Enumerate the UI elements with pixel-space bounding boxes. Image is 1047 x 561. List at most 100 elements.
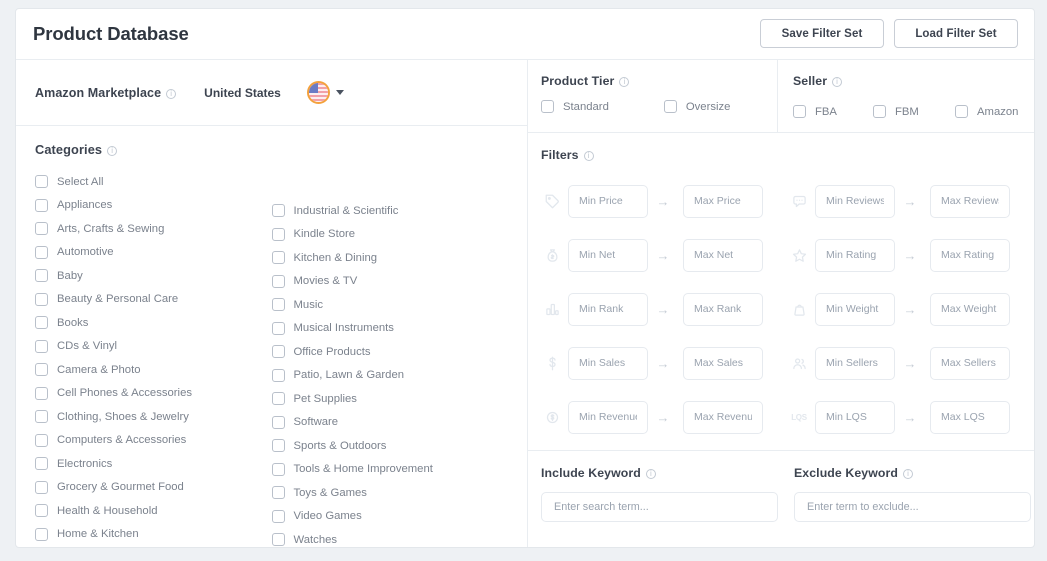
category-electronics[interactable]: Electronics bbox=[35, 452, 272, 476]
category-movies-tv[interactable]: Movies & TV bbox=[271, 270, 509, 294]
category-video-games[interactable]: Video Games bbox=[271, 505, 509, 529]
min-weight-input[interactable] bbox=[815, 292, 895, 326]
product-tier-standard[interactable]: Standard bbox=[541, 100, 609, 113]
category-health-household[interactable]: Health & Household bbox=[35, 499, 272, 523]
seller-amazon[interactable]: Amazon bbox=[955, 100, 1033, 124]
info-icon[interactable] bbox=[645, 469, 656, 479]
save-filter-set-button[interactable]: Save Filter Set bbox=[760, 19, 884, 48]
info-icon[interactable] bbox=[583, 151, 594, 161]
checkbox[interactable] bbox=[271, 486, 285, 500]
category-industrial-scientific[interactable]: Industrial & Scientific bbox=[271, 199, 509, 223]
category-toys-games[interactable]: Toys & Games bbox=[271, 481, 509, 505]
checkbox[interactable] bbox=[271, 392, 285, 406]
load-filter-set-button[interactable]: Load Filter Set bbox=[894, 19, 1018, 48]
checkbox[interactable] bbox=[35, 198, 48, 212]
info-icon[interactable] bbox=[107, 146, 118, 156]
min-lqs-input[interactable] bbox=[815, 400, 895, 434]
max-price-input[interactable] bbox=[683, 184, 763, 218]
include-keyword-input[interactable] bbox=[541, 492, 778, 522]
checkbox[interactable] bbox=[35, 363, 48, 377]
category-kitchen-dining[interactable]: Kitchen & Dining bbox=[271, 246, 509, 270]
category-books[interactable]: Books bbox=[35, 311, 272, 335]
checkbox[interactable] bbox=[793, 105, 806, 119]
checkbox[interactable] bbox=[35, 386, 48, 400]
marketplace-selector[interactable] bbox=[306, 81, 344, 104]
checkbox[interactable] bbox=[35, 292, 48, 306]
max-rank-input[interactable] bbox=[683, 292, 763, 326]
checkbox[interactable] bbox=[541, 100, 554, 113]
category-computers-accessories[interactable]: Computers & Accessories bbox=[35, 429, 272, 453]
max-revenue-input[interactable] bbox=[683, 400, 763, 434]
category-tools-home-improvement[interactable]: Tools & Home Improvement bbox=[271, 458, 509, 482]
checkbox[interactable] bbox=[955, 105, 968, 119]
max-weight-input[interactable] bbox=[930, 292, 1010, 326]
checkbox[interactable] bbox=[35, 269, 48, 283]
info-icon[interactable] bbox=[166, 88, 177, 99]
category-cell-phones-accessories[interactable]: Cell Phones & Accessories bbox=[35, 382, 272, 406]
seller-fba[interactable]: FBA bbox=[793, 100, 873, 124]
checkbox[interactable] bbox=[35, 222, 48, 236]
checkbox[interactable] bbox=[271, 345, 285, 359]
category-cds-vinyl[interactable]: CDs & Vinyl bbox=[35, 335, 272, 359]
category-beauty-personal-care[interactable]: Beauty & Personal Care bbox=[35, 288, 272, 312]
info-icon[interactable] bbox=[903, 469, 914, 479]
category-select-all[interactable]: Select All bbox=[35, 170, 272, 194]
checkbox[interactable] bbox=[271, 204, 285, 218]
checkbox[interactable] bbox=[873, 105, 886, 119]
info-icon[interactable] bbox=[619, 77, 630, 87]
category-automotive[interactable]: Automotive bbox=[35, 241, 272, 265]
checkbox[interactable] bbox=[271, 274, 285, 288]
checkbox[interactable] bbox=[271, 533, 285, 547]
checkbox[interactable] bbox=[35, 316, 48, 330]
checkbox[interactable] bbox=[35, 480, 48, 494]
checkbox[interactable] bbox=[35, 504, 48, 518]
category-baby[interactable]: Baby bbox=[35, 264, 272, 288]
checkbox[interactable] bbox=[35, 527, 48, 541]
category-office-products[interactable]: Office Products bbox=[271, 340, 509, 364]
category-arts-crafts-sewing[interactable]: Arts, Crafts & Sewing bbox=[35, 217, 272, 241]
category-patio-lawn-garden[interactable]: Patio, Lawn & Garden bbox=[271, 364, 509, 388]
category-clothing-shoes-jewelry[interactable]: Clothing, Shoes & Jewelry bbox=[35, 405, 272, 429]
max-sellers-input[interactable] bbox=[930, 346, 1010, 380]
checkbox[interactable] bbox=[35, 433, 48, 447]
category-camera-photo[interactable]: Camera & Photo bbox=[35, 358, 272, 382]
checkbox[interactable] bbox=[35, 245, 48, 259]
min-rating-input[interactable] bbox=[815, 238, 895, 272]
info-icon[interactable] bbox=[832, 77, 843, 87]
max-lqs-input[interactable] bbox=[930, 400, 1010, 434]
category-musical-instruments[interactable]: Musical Instruments bbox=[271, 317, 509, 341]
min-net-input[interactable] bbox=[568, 238, 648, 272]
min-reviews-input[interactable] bbox=[815, 184, 895, 218]
category-appliances[interactable]: Appliances bbox=[35, 194, 272, 218]
max-reviews-input[interactable] bbox=[930, 184, 1010, 218]
seller-fbm[interactable]: FBM bbox=[873, 100, 955, 124]
min-rank-input[interactable] bbox=[568, 292, 648, 326]
category-music[interactable]: Music bbox=[271, 293, 509, 317]
min-sellers-input[interactable] bbox=[815, 346, 895, 380]
checkbox[interactable] bbox=[271, 439, 285, 453]
max-rating-input[interactable] bbox=[930, 238, 1010, 272]
min-revenue-input[interactable] bbox=[568, 400, 648, 434]
checkbox[interactable] bbox=[35, 410, 48, 424]
category-grocery-gourmet-food[interactable]: Grocery & Gourmet Food bbox=[35, 476, 272, 500]
min-price-input[interactable] bbox=[568, 184, 648, 218]
category-kindle-store[interactable]: Kindle Store bbox=[271, 223, 509, 247]
category-home-kitchen[interactable]: Home & Kitchen bbox=[35, 523, 272, 547]
category-software[interactable]: Software bbox=[271, 411, 509, 435]
category-watches[interactable]: Watches bbox=[271, 528, 509, 547]
caret-down-icon[interactable] bbox=[335, 90, 344, 95]
checkbox[interactable] bbox=[271, 227, 285, 241]
checkbox[interactable] bbox=[271, 462, 285, 476]
max-net-input[interactable] bbox=[683, 238, 763, 272]
checkbox[interactable] bbox=[663, 100, 677, 113]
checkbox[interactable] bbox=[35, 457, 48, 471]
checkbox[interactable] bbox=[271, 321, 285, 335]
category-pet-supplies[interactable]: Pet Supplies bbox=[271, 387, 509, 411]
product-tier-oversize[interactable]: Oversize bbox=[663, 100, 730, 113]
checkbox[interactable] bbox=[271, 298, 285, 312]
checkbox[interactable] bbox=[35, 175, 48, 189]
exclude-keyword-input[interactable] bbox=[794, 492, 1031, 522]
checkbox[interactable] bbox=[271, 368, 285, 382]
max-sales-input[interactable] bbox=[683, 346, 763, 380]
checkbox[interactable] bbox=[35, 339, 48, 353]
